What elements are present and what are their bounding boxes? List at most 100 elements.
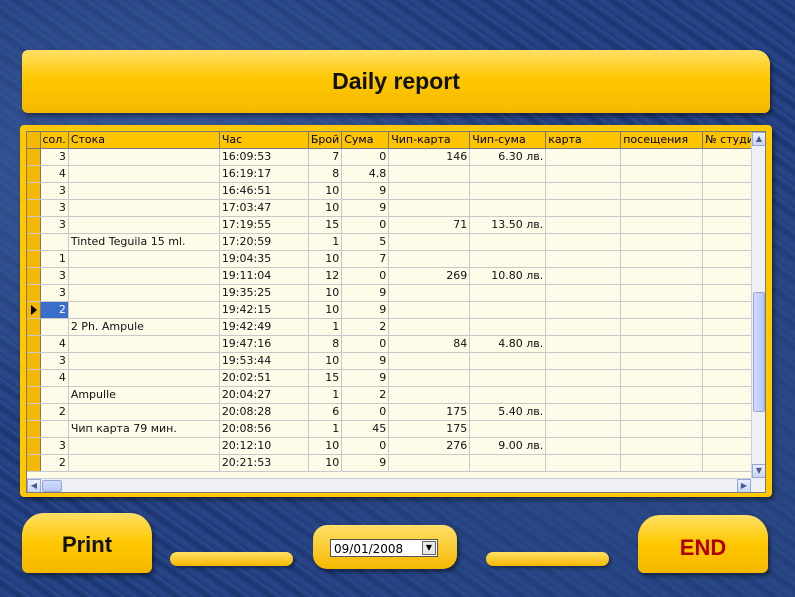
table-cell[interactable] — [620, 369, 704, 387]
table-cell[interactable] — [620, 165, 704, 183]
table-cell[interactable]: 0 — [341, 335, 390, 353]
table-cell[interactable]: 20:04:27 — [219, 386, 309, 404]
row-selector[interactable] — [27, 301, 41, 319]
table-cell[interactable]: 13.50 лв. — [469, 216, 547, 234]
table-cell[interactable] — [620, 284, 704, 302]
table-cell[interactable] — [68, 165, 220, 183]
table-cell[interactable] — [469, 420, 547, 438]
row-selector[interactable] — [27, 386, 41, 404]
column-header[interactable]: Час — [219, 132, 309, 149]
scroll-down-arrow-icon[interactable]: ▼ — [752, 464, 765, 478]
table-cell[interactable]: 3 — [40, 352, 69, 370]
table-row[interactable]: 2 Ph. Ampule 19:42:49 1 2 — [27, 318, 764, 336]
table-cell[interactable] — [545, 233, 622, 251]
table-row[interactable]: 4 19:47:16 8 0 84 4.80 лв. — [27, 335, 764, 353]
table-cell[interactable] — [545, 403, 622, 421]
table-cell[interactable] — [469, 301, 547, 319]
table-cell[interactable]: 19:04:35 — [219, 250, 309, 268]
table-cell[interactable] — [68, 267, 220, 285]
table-row[interactable]: 3 17:03:47 10 9 — [27, 199, 764, 217]
table-cell[interactable]: 16:09:53 — [219, 148, 309, 166]
row-selector[interactable] — [27, 454, 41, 472]
row-selector[interactable] — [27, 420, 41, 438]
table-cell[interactable]: 10 — [308, 250, 343, 268]
table-cell[interactable] — [68, 182, 220, 200]
table-cell[interactable]: 3 — [40, 199, 69, 217]
row-selector[interactable] — [27, 199, 41, 217]
table-cell[interactable] — [620, 454, 704, 472]
table-cell[interactable]: 17:19:55 — [219, 216, 309, 234]
table-row[interactable]: 3 19:11:04 12 0 269 10.80 лв. — [27, 267, 764, 285]
horizontal-scrollbar[interactable]: ◀ ▶ — [27, 478, 751, 492]
table-cell[interactable] — [469, 369, 547, 387]
row-selector[interactable] — [27, 284, 41, 302]
table-cell[interactable] — [388, 318, 471, 336]
table-cell[interactable]: 17:20:59 — [219, 233, 309, 251]
table-cell[interactable]: 4 — [40, 369, 69, 387]
table-cell[interactable]: 19:42:15 — [219, 301, 309, 319]
table-row[interactable]: Tinted Teguila 15 ml. 17:20:59 1 5 — [27, 233, 764, 251]
table-cell[interactable]: 10 — [308, 352, 343, 370]
table-cell[interactable]: 10 — [308, 454, 343, 472]
column-header[interactable]: Чип-карта — [388, 132, 471, 149]
table-cell[interactable]: 7 — [341, 250, 390, 268]
table-cell[interactable] — [469, 386, 547, 404]
table-cell[interactable]: 1 — [40, 250, 69, 268]
table-row[interactable]: 3 20:12:10 10 0 276 9.00 лв. — [27, 437, 764, 455]
table-cell[interactable] — [388, 301, 471, 319]
table-cell[interactable]: 9 — [341, 284, 390, 302]
table-cell[interactable] — [40, 420, 69, 438]
table-cell[interactable]: 71 — [388, 216, 471, 234]
table-cell[interactable] — [545, 335, 622, 353]
table-cell[interactable] — [40, 318, 69, 336]
table-row[interactable]: 3 19:35:25 10 9 — [27, 284, 764, 302]
table-cell[interactable]: Ampulle — [68, 386, 220, 404]
table-cell[interactable] — [68, 250, 220, 268]
table-cell[interactable] — [545, 301, 622, 319]
table-cell[interactable] — [68, 199, 220, 217]
table-row[interactable]: 1 19:04:35 10 7 — [27, 250, 764, 268]
table-cell[interactable] — [469, 352, 547, 370]
table-cell[interactable]: 10 — [308, 437, 343, 455]
table-cell[interactable]: 0 — [341, 216, 390, 234]
table-row[interactable]: 4 16:19:17 8 4.8 — [27, 165, 764, 183]
table-cell[interactable]: 2 — [40, 454, 69, 472]
table-cell[interactable]: 4.8 — [341, 165, 390, 183]
table-cell[interactable]: 276 — [388, 437, 471, 455]
table-cell[interactable] — [620, 250, 704, 268]
table-cell[interactable]: 0 — [341, 403, 390, 421]
column-header[interactable]: Стока — [68, 132, 220, 149]
table-cell[interactable]: 175 — [388, 403, 471, 421]
row-selector[interactable] — [27, 165, 41, 183]
table-cell[interactable] — [469, 318, 547, 336]
table-cell[interactable]: 8 — [308, 335, 343, 353]
table-cell[interactable] — [545, 284, 622, 302]
table-cell[interactable]: 2 — [40, 301, 69, 319]
scroll-up-arrow-icon[interactable]: ▲ — [752, 132, 765, 146]
table-row[interactable]: 4 20:02:51 15 9 — [27, 369, 764, 387]
table-cell[interactable]: 10 — [308, 301, 343, 319]
table-row[interactable]: 3 17:19:55 15 0 71 13.50 лв. — [27, 216, 764, 234]
row-selector[interactable] — [27, 403, 41, 421]
table-cell[interactable]: 0 — [341, 267, 390, 285]
table-cell[interactable] — [545, 199, 622, 217]
table-cell[interactable]: 9 — [341, 182, 390, 200]
table-cell[interactable] — [388, 233, 471, 251]
table-cell[interactable]: 269 — [388, 267, 471, 285]
table-cell[interactable]: 2 — [341, 318, 390, 336]
table-cell[interactable] — [545, 369, 622, 387]
table-cell[interactable]: 4 — [40, 165, 69, 183]
table-cell[interactable] — [68, 403, 220, 421]
table-cell[interactable]: 2 — [40, 403, 69, 421]
table-row[interactable]: 2 19:42:15 10 9 — [27, 301, 764, 319]
table-row[interactable]: Чип карта 79 мин. 20:08:56 1 45 175 — [27, 420, 764, 438]
table-cell[interactable]: 9 — [341, 352, 390, 370]
table-cell[interactable]: 84 — [388, 335, 471, 353]
table-cell[interactable] — [545, 386, 622, 404]
table-cell[interactable] — [620, 318, 704, 336]
table-cell[interactable]: 3 — [40, 267, 69, 285]
table-cell[interactable] — [388, 250, 471, 268]
end-button[interactable]: END — [638, 515, 768, 573]
table-cell[interactable]: 9 — [341, 454, 390, 472]
table-cell[interactable]: 7 — [308, 148, 343, 166]
